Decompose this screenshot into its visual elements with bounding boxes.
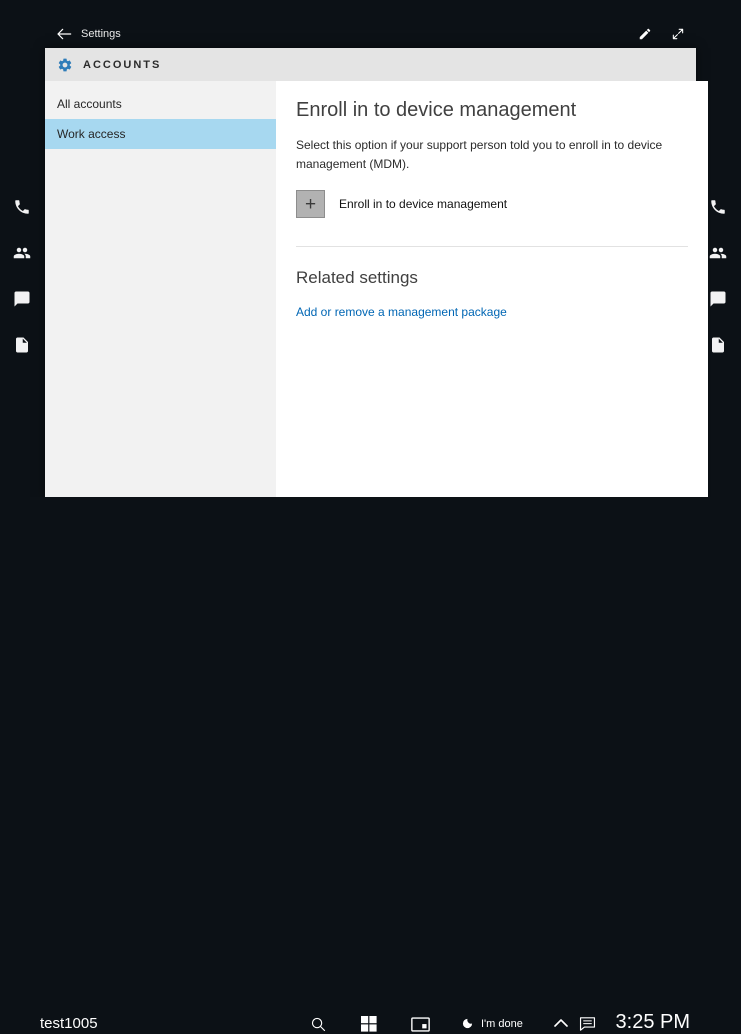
- related-settings-heading: Related settings: [296, 268, 688, 288]
- phone-icon[interactable]: [709, 198, 727, 216]
- sidebar-item-all-accounts[interactable]: All accounts: [45, 89, 276, 119]
- action-center-icon[interactable]: [579, 1016, 596, 1032]
- enroll-mdm-label: Enroll in to device management: [339, 197, 507, 211]
- window-header: ACCOUNTS: [45, 48, 696, 81]
- settings-window: ACCOUNTS All accounts Work access Enroll…: [45, 48, 696, 497]
- work-access-panel: Enroll in to device management Select th…: [276, 81, 708, 497]
- im-done-button[interactable]: I'm done: [456, 1013, 529, 1034]
- left-icon-rail: [13, 198, 31, 354]
- message-icon[interactable]: [13, 290, 31, 308]
- page-title: Enroll in to device management: [296, 99, 688, 122]
- settings-breadcrumb-label: Settings: [81, 28, 121, 40]
- back-arrow-icon[interactable]: [56, 27, 72, 41]
- document-icon[interactable]: [709, 336, 727, 354]
- accounts-sidebar: All accounts Work access: [45, 81, 276, 497]
- plus-icon[interactable]: +: [296, 190, 325, 218]
- sidebar-item-work-access[interactable]: Work access: [45, 119, 276, 149]
- window-title: ACCOUNTS: [83, 59, 161, 71]
- people-icon[interactable]: [709, 244, 727, 262]
- people-icon[interactable]: [13, 244, 31, 262]
- taskbar: test1005 I'm done 3:25 PM: [0, 497, 741, 552]
- chevron-up-icon[interactable]: [554, 1018, 568, 1028]
- crescent-icon: [462, 1017, 473, 1030]
- taskbar-clock[interactable]: 3:25 PM: [616, 1011, 690, 1034]
- top-status-bar: Settings: [0, 0, 741, 48]
- page-description: Select this option if your support perso…: [296, 136, 668, 173]
- right-icon-rail: [709, 198, 727, 354]
- im-done-label: I'm done: [481, 1018, 523, 1030]
- document-icon[interactable]: [13, 336, 31, 354]
- pencil-icon[interactable]: [638, 27, 652, 41]
- device-name-label: test1005: [40, 1015, 98, 1032]
- manage-package-link[interactable]: Add or remove a management package: [296, 305, 507, 319]
- resize-diagonal-icon[interactable]: [671, 27, 685, 41]
- gear-icon: [57, 57, 73, 73]
- phone-icon[interactable]: [13, 198, 31, 216]
- tablet-mode-icon[interactable]: [411, 1017, 430, 1032]
- section-divider: [296, 246, 688, 247]
- message-icon[interactable]: [709, 290, 727, 308]
- windows-logo-icon[interactable]: [361, 1016, 377, 1032]
- search-icon[interactable]: [310, 1016, 327, 1033]
- enroll-mdm-button[interactable]: + Enroll in to device management: [296, 190, 507, 218]
